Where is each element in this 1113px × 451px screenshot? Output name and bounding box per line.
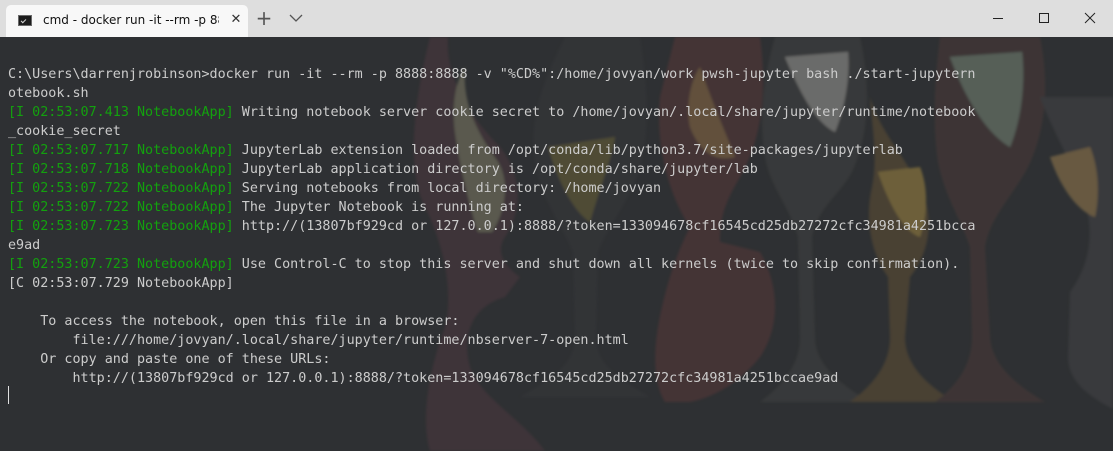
terminal-output-area[interactable]: C:\Users\darrenjrobinson>docker run -it … bbox=[0, 37, 1113, 451]
line-text: Serving notebooks from local directory: … bbox=[233, 181, 662, 196]
maximize-icon bbox=[1039, 13, 1049, 23]
terminal-line: To access the notebook, open this file i… bbox=[8, 312, 1108, 331]
line-text: The Jupyter Notebook is running at: bbox=[233, 200, 524, 215]
terminal-line: [I 02:53:07.718 NotebookApp] JupyterLab … bbox=[8, 160, 1108, 179]
terminal-tab[interactable]: cmd - docker run -it --rm -p 88 ✕ bbox=[6, 5, 248, 37]
tab-dropdown-chevron-icon[interactable] bbox=[287, 9, 305, 27]
line-text: [C 02:53:07.729 NotebookApp] bbox=[8, 276, 234, 291]
log-prefix: [I 02:53:07.722 NotebookApp] bbox=[8, 181, 234, 196]
maximize-button[interactable] bbox=[1021, 0, 1067, 36]
text-cursor bbox=[8, 386, 9, 404]
line-text: C:\Users\darrenjrobinson>docker run -it … bbox=[8, 67, 976, 82]
log-prefix: [I 02:53:07.717 NotebookApp] bbox=[8, 143, 234, 158]
log-prefix: [I 02:53:07.718 NotebookApp] bbox=[8, 162, 234, 177]
line-text: http://(13807bf929cd or 127.0.0.1):8888/… bbox=[8, 371, 839, 386]
log-prefix: [I 02:53:07.722 NotebookApp] bbox=[8, 200, 234, 215]
minimize-icon bbox=[993, 18, 1003, 19]
terminal-line: _cookie_secret bbox=[8, 122, 1108, 141]
cmd-console-icon bbox=[18, 15, 32, 26]
terminal-line: otebook.sh bbox=[8, 84, 1108, 103]
line-text: http://(13807bf929cd or 127.0.0.1):8888/… bbox=[233, 219, 976, 234]
terminal-line: e9ad bbox=[8, 236, 1108, 255]
line-text: Or copy and paste one of these URLs: bbox=[8, 352, 331, 367]
terminal-line: [I 02:53:07.413 NotebookApp] Writing not… bbox=[8, 103, 1108, 122]
line-text: Writing notebook server cookie secret to… bbox=[233, 105, 976, 120]
terminal-line: [I 02:53:07.722 NotebookApp] The Jupyter… bbox=[8, 198, 1108, 217]
tab-title: cmd - docker run -it --rm -p 88 bbox=[43, 13, 219, 27]
terminal-line: [I 02:53:07.723 NotebookApp] http://(138… bbox=[8, 217, 1108, 236]
line-text: _cookie_secret bbox=[8, 124, 121, 139]
terminal-window: cmd - docker run -it --rm -p 88 ✕ + C:\U… bbox=[0, 0, 1113, 451]
line-text: e9ad bbox=[8, 238, 41, 253]
line-text: file:///home/jovyan/.local/share/jupyter… bbox=[8, 333, 629, 348]
close-icon bbox=[1084, 12, 1096, 24]
new-tab-button[interactable]: + bbox=[254, 8, 274, 30]
line-text: JupyterLab application directory is /opt… bbox=[233, 162, 758, 177]
line-text: To access the notebook, open this file i… bbox=[8, 314, 460, 329]
terminal-line: [C 02:53:07.729 NotebookApp] bbox=[8, 274, 1108, 293]
terminal-line: [I 02:53:07.717 NotebookApp] JupyterLab … bbox=[8, 141, 1108, 160]
line-text: JupyterLab extension loaded from /opt/co… bbox=[233, 143, 903, 158]
minimize-button[interactable] bbox=[975, 0, 1021, 36]
line-text: Use Control-C to stop this server and sh… bbox=[233, 257, 960, 272]
close-window-button[interactable] bbox=[1067, 0, 1113, 36]
terminal-lines: C:\Users\darrenjrobinson>docker run -it … bbox=[8, 65, 1108, 388]
log-prefix: [I 02:53:07.723 NotebookApp] bbox=[8, 219, 234, 234]
terminal-line: http://(13807bf929cd or 127.0.0.1):8888/… bbox=[8, 369, 1108, 388]
line-text: otebook.sh bbox=[8, 86, 89, 101]
log-prefix: [I 02:53:07.723 NotebookApp] bbox=[8, 257, 234, 272]
terminal-line: [I 02:53:07.722 NotebookApp] Serving not… bbox=[8, 179, 1108, 198]
terminal-line: [I 02:53:07.723 NotebookApp] Use Control… bbox=[8, 255, 1108, 274]
tab-close-icon[interactable]: ✕ bbox=[228, 11, 244, 29]
log-prefix: [I 02:53:07.413 NotebookApp] bbox=[8, 105, 234, 120]
terminal-line: Or copy and paste one of these URLs: bbox=[8, 350, 1108, 369]
title-bar: cmd - docker run -it --rm -p 88 ✕ + bbox=[0, 0, 1113, 37]
terminal-line: C:\Users\darrenjrobinson>docker run -it … bbox=[8, 65, 1108, 84]
terminal-line: file:///home/jovyan/.local/share/jupyter… bbox=[8, 331, 1108, 350]
